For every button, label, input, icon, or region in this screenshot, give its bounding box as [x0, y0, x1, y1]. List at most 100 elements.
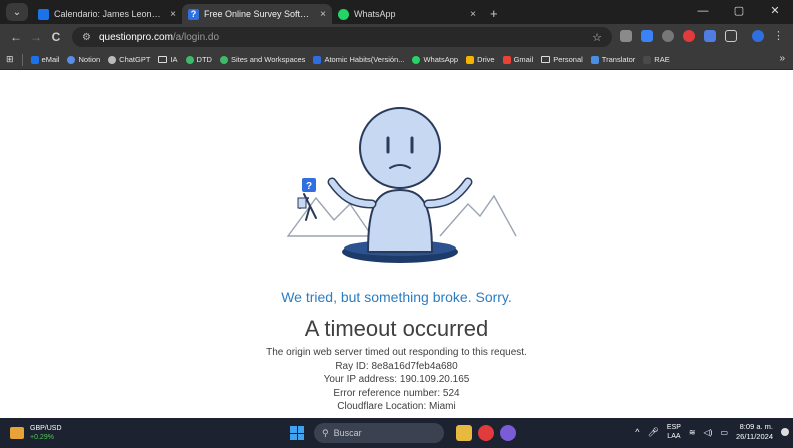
- bookmark-star-icon[interactable]: ☆: [592, 31, 602, 44]
- bookmarks-overflow-button[interactable]: »: [779, 53, 785, 64]
- extension-3-icon[interactable]: [662, 29, 674, 42]
- whatsapp-icon: [412, 55, 421, 64]
- search-icon: ⚲: [322, 427, 329, 438]
- opera-icon[interactable]: [683, 29, 695, 42]
- bookmark-drive[interactable]: Drive: [466, 55, 495, 64]
- app-taskbar-icon[interactable]: [500, 425, 516, 441]
- keyboard-layout: LAA: [667, 433, 681, 440]
- atomic-icon: [313, 55, 322, 64]
- bookmark-gmail[interactable]: Gmail: [502, 55, 534, 64]
- bookmarks-bar: ⊞ eMail Notion ChatGPT IA DTD Sites and …: [0, 50, 793, 70]
- tab-title: WhatsApp: [354, 9, 396, 19]
- clock-time: 8:09 a. m.: [739, 422, 773, 431]
- start-button[interactable]: [290, 426, 304, 440]
- stock-ticker-widget[interactable]: GBP/USD +0.29%: [10, 424, 62, 442]
- bookmark-dtd[interactable]: DTD: [185, 55, 212, 64]
- svg-text:?: ?: [306, 181, 312, 192]
- tab-search-button[interactable]: ⌄: [6, 3, 28, 21]
- address-bar[interactable]: ⚙ questionpro.com/a/login.do ☆: [72, 27, 612, 47]
- battery-icon[interactable]: ▭: [720, 428, 728, 437]
- profile-avatar[interactable]: [752, 29, 764, 42]
- drive-icon: [466, 55, 475, 64]
- close-tab-icon[interactable]: ×: [470, 9, 476, 20]
- extensions-area: ⋮: [620, 29, 784, 42]
- bookmark-label: DTD: [196, 55, 212, 64]
- mail-icon: [30, 55, 39, 64]
- wifi-icon[interactable]: ≋: [689, 428, 696, 437]
- menu-kebab-icon[interactable]: ⋮: [773, 29, 784, 42]
- tab-whatsapp[interactable]: WhatsApp ×: [332, 4, 482, 24]
- forward-button[interactable]: →: [26, 30, 46, 44]
- show-hidden-icons-button[interactable]: ^: [635, 427, 639, 437]
- file-explorer-icon[interactable]: [456, 425, 472, 441]
- bookmark-label: Atomic Habits(Versión...: [324, 55, 405, 64]
- restore-button[interactable]: ▢: [721, 0, 757, 24]
- close-tab-icon[interactable]: ×: [320, 9, 326, 20]
- error-illustration: ?: [286, 107, 517, 263]
- error-headline: We tried, but something broke. Sorry.: [281, 289, 512, 305]
- window-controls: — ▢ ✕: [685, 0, 793, 24]
- bookmark-whatsapp[interactable]: WhatsApp: [412, 55, 458, 64]
- minimize-button[interactable]: —: [685, 0, 721, 24]
- new-tab-button[interactable]: +: [490, 6, 498, 21]
- mic-icon[interactable]: 🎤︎: [647, 427, 658, 438]
- language-indicator[interactable]: ESP LAA: [667, 423, 681, 441]
- cloudflare-location: Cloudflare Location: Miami: [337, 401, 456, 412]
- bookmark-notion[interactable]: Notion: [67, 55, 100, 64]
- extensions-puzzle-icon[interactable]: [725, 29, 737, 42]
- back-button[interactable]: ←: [6, 30, 26, 44]
- error-title: A timeout occurred: [304, 316, 489, 341]
- bookmark-translator[interactable]: Translator: [590, 55, 636, 64]
- bookmark-chatgpt[interactable]: ChatGPT: [108, 55, 150, 64]
- clock-date: 26/11/2024: [736, 432, 773, 441]
- questionpro-icon: ?: [188, 8, 199, 20]
- site-info-icon[interactable]: ⚙: [82, 32, 91, 43]
- notification-icon[interactable]: [781, 428, 789, 436]
- ticker-name: GBP/USD: [30, 425, 62, 432]
- bookmark-label: Notion: [78, 55, 101, 64]
- tab-calendar[interactable]: Calendario: James Leonardo Amu... ×: [32, 4, 182, 24]
- bookmark-label: eMail: [41, 55, 60, 64]
- bookmark-label: Translator: [601, 55, 636, 64]
- extension-5-icon[interactable]: [704, 29, 716, 42]
- folder-icon: [158, 56, 168, 63]
- bookmark-sites[interactable]: Sites and Workspaces: [219, 55, 306, 64]
- bookmark-label: Gmail: [513, 55, 534, 64]
- bookmark-email[interactable]: eMail: [30, 55, 60, 64]
- bookmark-atomic-habits[interactable]: Atomic Habits(Versión...: [313, 55, 404, 64]
- chatgpt-icon: [108, 55, 117, 64]
- tab-title: Calendario: James Leonardo Amu...: [54, 9, 165, 19]
- error-description: The origin web server timed out respondi…: [266, 347, 527, 358]
- bookmark-label: ChatGPT: [119, 55, 151, 64]
- ray-id: Ray ID: 8e8a16d7feb4a680: [335, 360, 458, 372]
- bookmark-label: IA: [170, 55, 178, 64]
- close-window-button[interactable]: ✕: [757, 0, 793, 24]
- error-details: The origin web server timed out respondi…: [0, 346, 793, 414]
- ip-address: Your IP address: 190.109.20.165: [323, 374, 470, 385]
- translator-icon: [590, 55, 599, 64]
- clock[interactable]: 8:09 a. m. 26/11/2024: [736, 422, 773, 442]
- bookmark-label: RAE: [654, 55, 670, 64]
- bookmark-folder-ia[interactable]: IA: [158, 55, 178, 64]
- extension-2-icon[interactable]: [641, 29, 653, 42]
- navigation-bar: ← → C ⚙ questionpro.com/a/login.do ☆ ⋮: [0, 24, 793, 50]
- extension-1-icon[interactable]: [620, 29, 632, 42]
- error-reference: Error reference number: 524: [333, 387, 460, 399]
- opera-taskbar-icon[interactable]: [478, 425, 494, 441]
- close-tab-icon[interactable]: ×: [170, 9, 176, 20]
- reload-button[interactable]: C: [46, 30, 66, 44]
- dtd-icon: [185, 55, 194, 64]
- bookmark-rae[interactable]: RAE: [643, 55, 670, 64]
- volume-icon[interactable]: ◁): [704, 428, 713, 437]
- whatsapp-icon: [338, 8, 349, 20]
- page-content: ? We tried, but something broke. Sorry. …: [0, 70, 793, 418]
- bookmark-label: Drive: [477, 55, 495, 64]
- apps-grid-icon[interactable]: ⊞: [6, 54, 14, 65]
- taskbar-search[interactable]: ⚲ Buscar: [314, 423, 444, 443]
- search-placeholder: Buscar: [333, 428, 362, 438]
- bookmark-label: Sites and Workspaces: [230, 55, 306, 64]
- notion-icon: [67, 55, 76, 64]
- sites-icon: [219, 55, 228, 64]
- tab-questionpro[interactable]: ? Free Online Survey Software and T... ×: [182, 4, 332, 24]
- bookmark-folder-personal[interactable]: Personal: [541, 55, 583, 64]
